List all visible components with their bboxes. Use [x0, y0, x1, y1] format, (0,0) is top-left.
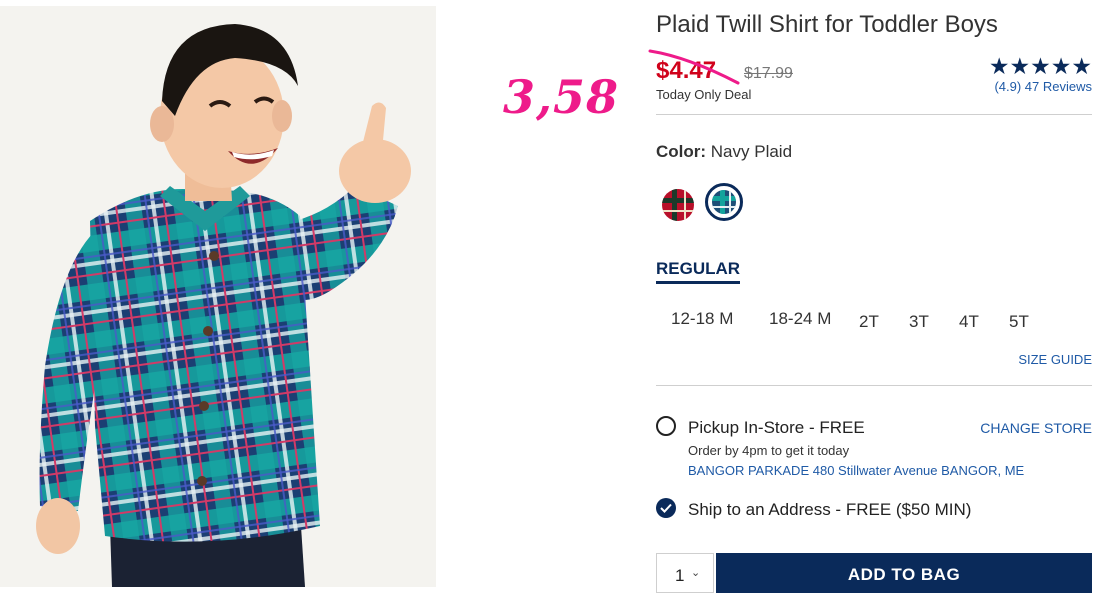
pickup-radio[interactable] [656, 416, 676, 436]
selected-color: Navy Plaid [710, 142, 793, 161]
handwritten-price-annotation: 3,58 [503, 70, 620, 124]
pickup-note: Order by 4pm to get it today [688, 443, 850, 458]
original-price: $17.99 [744, 65, 793, 82]
ship-radio[interactable] [656, 498, 676, 518]
swatch-red-plaid[interactable] [662, 189, 694, 221]
rating[interactable]: ★★★★★ (4.9) 47 Reviews [988, 53, 1092, 95]
price-block: $4.47 $17.99 Today Only Deal ★★★★★ (4.9)… [648, 49, 1092, 105]
quantity-select[interactable]: 1 ⌄ [656, 553, 714, 593]
handwritten-strikethrough [648, 49, 740, 85]
quantity-value: 1 [675, 566, 685, 585]
change-store-link[interactable]: CHANGE STORE [980, 420, 1092, 436]
color-label: Color: [656, 142, 707, 161]
size-guide-link[interactable]: SIZE GUIDE [1018, 352, 1092, 367]
swatch-navy-plaid[interactable] [705, 183, 743, 221]
tab-regular[interactable]: REGULAR [656, 259, 741, 284]
size-option[interactable]: 3T [909, 312, 929, 332]
store-address-link[interactable]: BANGOR PARKADE 480 Stillwater Avenue BAN… [688, 463, 1024, 478]
product-title: Plaid Twill Shirt for Toddler Boys [656, 11, 998, 38]
reviews-link[interactable]: (4.9) 47 Reviews [989, 79, 1092, 94]
pickup-label: Pickup In-Store - FREE [688, 418, 865, 437]
size-option[interactable]: 12-18 M [671, 309, 733, 329]
size-option[interactable]: 2T [859, 312, 879, 332]
chevron-down-icon: ⌄ [691, 567, 701, 579]
size-option[interactable]: 18-24 M [769, 309, 831, 329]
divider [656, 114, 1092, 115]
divider [656, 385, 1092, 386]
color-selection: Color: Navy Plaid [656, 142, 792, 162]
size-option[interactable]: 5T [1009, 312, 1029, 332]
size-option[interactable]: 4T [959, 312, 979, 332]
product-image [0, 6, 436, 587]
rating-stars-icon: ★★★★★ [988, 53, 1092, 79]
size-options: 12-18 M 18-24 M 2T 3T 4T 5T [656, 306, 1056, 336]
checkmark-icon [660, 503, 672, 513]
add-to-bag-button[interactable]: ADD TO BAG [716, 553, 1092, 593]
ship-label: Ship to an Address - FREE ($50 MIN) [688, 500, 972, 519]
